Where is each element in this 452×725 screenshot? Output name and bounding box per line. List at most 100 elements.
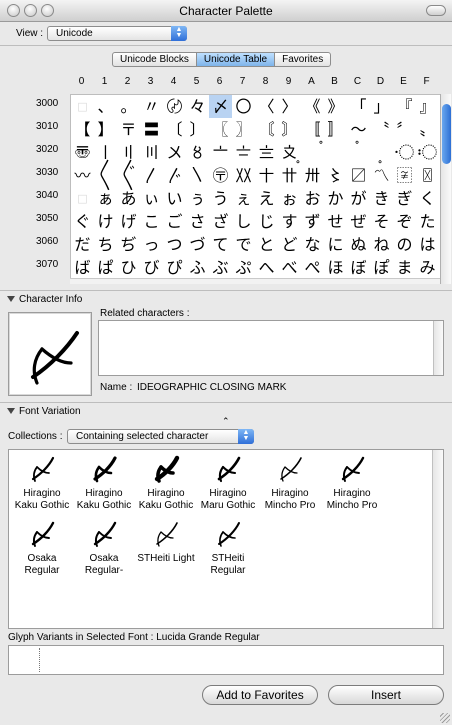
character-cell[interactable]: ぜ: [347, 210, 370, 233]
character-cell[interactable]: 〟: [416, 118, 439, 141]
character-cell[interactable]: た: [416, 210, 439, 233]
character-cell[interactable]: す: [278, 210, 301, 233]
font-variant-item[interactable]: Hiragino Mincho Pro: [321, 453, 383, 512]
character-cell[interactable]: ひ: [117, 256, 140, 278]
character-cell[interactable]: 】: [94, 118, 117, 141]
view-select[interactable]: Unicode ▲ ▼: [47, 26, 187, 41]
character-cell[interactable]: 〢: [117, 141, 140, 164]
font-variant-item[interactable]: Hiragino Kaku Gothic: [11, 453, 73, 512]
character-cell[interactable]: 〣: [140, 141, 163, 164]
resize-grip-icon[interactable]: [440, 713, 450, 723]
glyph-variants-list[interactable]: [8, 645, 444, 675]
add-to-favorites-button[interactable]: Add to Favorites: [202, 685, 318, 705]
character-cell[interactable]: ぐ: [71, 210, 94, 233]
character-cell[interactable]: 、: [94, 95, 117, 118]
character-cell[interactable]: 》: [324, 95, 347, 118]
character-cell[interactable]: き: [370, 187, 393, 210]
character-cell[interactable]: そ: [370, 210, 393, 233]
character-cell[interactable]: 」: [370, 95, 393, 118]
collections-select[interactable]: Containing selected character ▲ ▼: [67, 429, 254, 444]
character-cell[interactable]: ぢ: [117, 233, 140, 256]
character-cell[interactable]: ほ: [324, 256, 347, 278]
character-cell[interactable]: べ: [278, 256, 301, 278]
character-cell[interactable]: 〯: [416, 141, 439, 164]
grid-vertical-scrollbar[interactable]: [440, 94, 451, 284]
character-cell[interactable]: は: [416, 233, 439, 256]
character-cell[interactable]: ぴ: [163, 256, 186, 278]
tab-unicode-blocks[interactable]: Unicode Blocks: [113, 53, 197, 66]
character-cell[interactable]: ず: [301, 210, 324, 233]
character-cell[interactable]: 《: [301, 95, 324, 118]
character-cell[interactable]: 〉: [278, 95, 301, 118]
splitter-handle-icon[interactable]: ⌃: [222, 416, 230, 427]
character-cell[interactable]: 〞: [393, 118, 416, 141]
character-cell[interactable]: 〄: [163, 95, 186, 118]
character-cell[interactable]: あ: [117, 187, 140, 210]
character-cell[interactable]: 〮: [393, 141, 416, 164]
character-cell[interactable]: 〬: [347, 141, 370, 164]
character-cell[interactable]: ぁ: [94, 187, 117, 210]
character-cell[interactable]: げ: [117, 210, 140, 233]
character-cell[interactable]: か: [324, 187, 347, 210]
font-variant-item[interactable]: Hiragino Kaku Gothic: [135, 453, 197, 512]
character-cell[interactable]: つ: [163, 233, 186, 256]
character-cell[interactable]: 〩: [278, 141, 301, 164]
character-cell[interactable]: 〧: [232, 141, 255, 164]
character-cell[interactable]: 〝: [370, 118, 393, 141]
character-cell[interactable]: ぇ: [232, 187, 255, 210]
character-cell[interactable]: 〴: [163, 164, 186, 187]
character-cell[interactable]: の: [393, 233, 416, 256]
character-cell[interactable]: ぱ: [94, 256, 117, 278]
character-cell[interactable]: 〚: [301, 118, 324, 141]
character-cell[interactable]: 〲: [117, 164, 140, 187]
glyph-variant-slot[interactable]: [39, 648, 40, 672]
character-cell[interactable]: お: [301, 187, 324, 210]
tab-favorites[interactable]: Favorites: [275, 53, 330, 66]
character-cell[interactable]: び: [140, 256, 163, 278]
character-cell[interactable]: 〠: [71, 141, 94, 164]
character-cell[interactable]: 〕: [186, 118, 209, 141]
character-cell[interactable]: 〜: [347, 118, 370, 141]
character-cell[interactable]: 〷: [232, 164, 255, 187]
character-cell[interactable]: □: [71, 187, 94, 210]
character-cell[interactable]: う: [209, 187, 232, 210]
character-cell[interactable]: 「: [347, 95, 370, 118]
character-cell[interactable]: 〺: [301, 164, 324, 187]
character-cell[interactable]: 〥: [186, 141, 209, 164]
character-cell[interactable]: 〶: [209, 164, 232, 187]
character-cell[interactable]: じ: [255, 210, 278, 233]
character-cell[interactable]: こ: [140, 210, 163, 233]
font-variant-item[interactable]: STHeiti Regular: [197, 518, 259, 577]
character-cell[interactable]: に: [324, 233, 347, 256]
font-variant-item[interactable]: Hiragino Mincho Pro: [259, 453, 321, 512]
character-cell[interactable]: 〿: [416, 164, 439, 187]
character-cell[interactable]: ぎ: [393, 187, 416, 210]
character-cell[interactable]: 〸: [255, 164, 278, 187]
character-cell[interactable]: 〔: [163, 118, 186, 141]
character-cell[interactable]: ち: [94, 233, 117, 256]
character-cell[interactable]: 〾: [393, 164, 416, 187]
character-cell[interactable]: ざ: [209, 210, 232, 233]
character-cell[interactable]: ぉ: [278, 187, 301, 210]
character-cell[interactable]: っ: [140, 233, 163, 256]
tab-unicode-table[interactable]: Unicode Table: [196, 53, 276, 66]
character-cell[interactable]: け: [94, 210, 117, 233]
font-list-scrollbar[interactable]: [432, 450, 443, 628]
character-cell[interactable]: 〭: [370, 141, 393, 164]
character-cell[interactable]: ぼ: [347, 256, 370, 278]
character-cell[interactable]: ば: [71, 256, 94, 278]
disclosure-triangle-icon[interactable]: [7, 296, 15, 303]
character-cell[interactable]: 〙: [278, 118, 301, 141]
character-cell[interactable]: 〱: [94, 164, 117, 187]
character-cell[interactable]: 〫: [324, 141, 347, 164]
character-cell[interactable]: と: [255, 233, 278, 256]
character-cell[interactable]: ど: [278, 233, 301, 256]
character-cell[interactable]: て: [209, 233, 232, 256]
character-cell[interactable]: く: [416, 187, 439, 210]
character-cell[interactable]: ぞ: [393, 210, 416, 233]
character-cell[interactable]: 〃: [140, 95, 163, 118]
font-variation-list[interactable]: Hiragino Kaku Gothic Hiragino Kaku Gothic Hi…: [8, 449, 444, 629]
character-cell[interactable]: な: [301, 233, 324, 256]
character-cell[interactable]: 〛: [324, 118, 347, 141]
character-cell[interactable]: 〆: [209, 95, 232, 118]
